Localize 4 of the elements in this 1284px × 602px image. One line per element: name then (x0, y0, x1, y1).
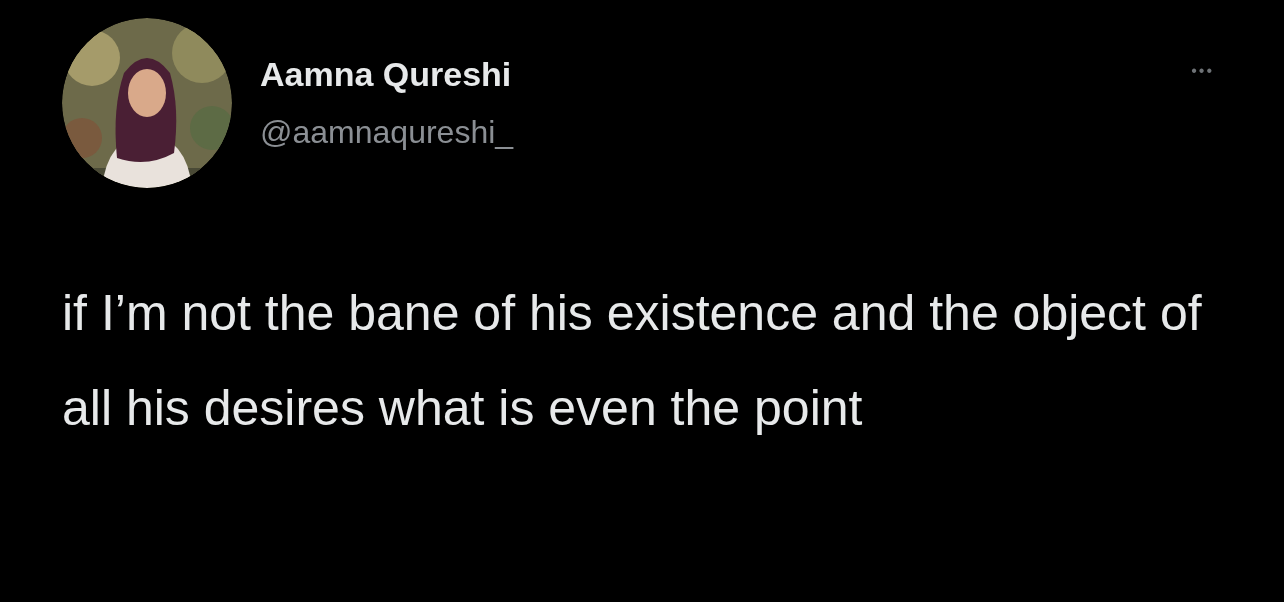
author-handle[interactable]: @aamnaqureshi_ (260, 110, 514, 154)
tweet-text: if I’m not the bane of his existence and the object of all his desires what is even the point (62, 284, 1203, 438)
author-name[interactable]: Aamna Qureshi (260, 52, 514, 96)
more-menu-button[interactable]: ••• (1181, 62, 1224, 80)
